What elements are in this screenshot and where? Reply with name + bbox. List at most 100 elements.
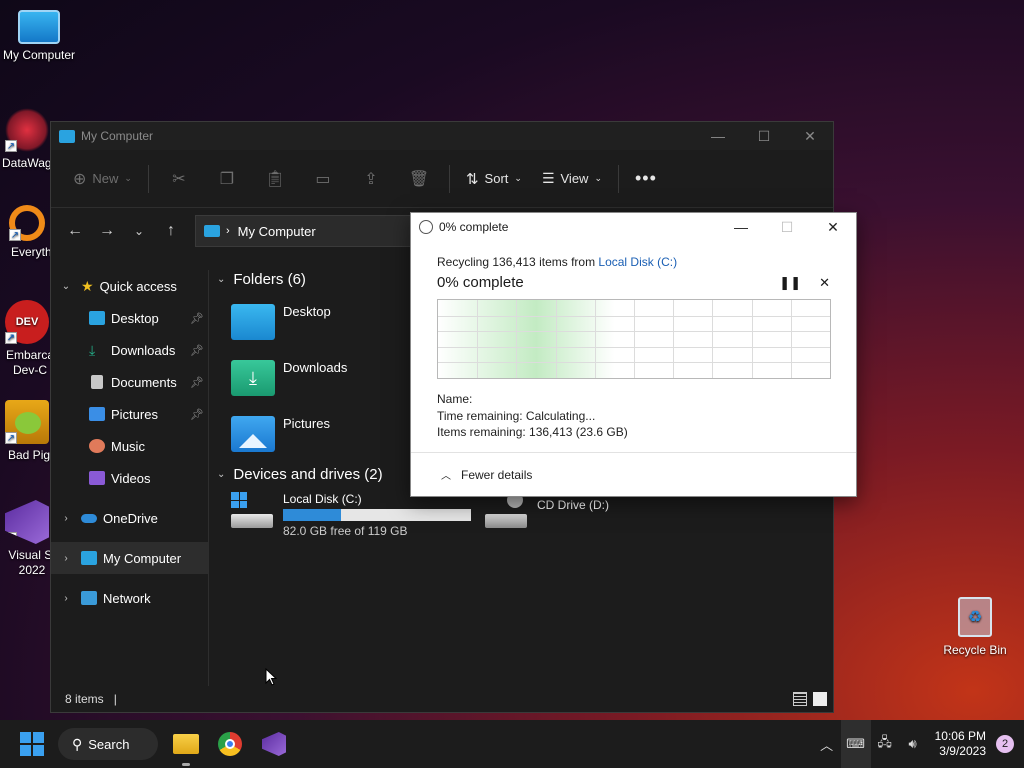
view-list-icon: ☰ [541, 170, 555, 186]
magnifier-icon: ↗ [9, 205, 45, 241]
address-bar[interactable]: › My Computer [195, 215, 425, 247]
cancel-icon[interactable]: ✕ [819, 275, 830, 291]
close-button[interactable]: ✕ [810, 213, 856, 241]
network-icon[interactable]: 🖧︎ [871, 720, 899, 768]
videos-icon [89, 471, 105, 485]
volume-icon[interactable]: 🔊︎ [899, 720, 927, 768]
visual-studio-taskbar-button[interactable] [258, 728, 290, 760]
folder-label: Pictures [283, 416, 330, 431]
recent-locations-chevron-icon[interactable]: ⌄ [123, 215, 155, 247]
taskbar-clock[interactable]: 10:06 PM 3/9/2023 [935, 729, 986, 759]
details-view-icon[interactable] [793, 692, 807, 706]
drive-local-disk-c[interactable]: Local Disk (C:) 82.0 GB free of 119 GB [231, 492, 471, 538]
sidebar-item-network[interactable]: › Network [51, 582, 208, 614]
up-arrow-icon[interactable]: ↑ [155, 215, 187, 247]
cut-icon[interactable]: ✂ [155, 163, 203, 195]
monitor-icon [204, 225, 220, 237]
graph-gridline [594, 300, 596, 378]
chevron-right-icon[interactable]: › [59, 593, 73, 604]
copy-icon[interactable]: ❐ [203, 163, 251, 195]
folder-label: Downloads [283, 360, 348, 375]
sidebar-item-onedrive[interactable]: › OneDrive [51, 502, 208, 534]
paste-icon[interactable]: 📋︎ [251, 163, 299, 195]
folder-downloads[interactable]: ⤓ Downloads [231, 360, 347, 396]
desktop-icon-label: Recycle Bin [943, 643, 1007, 657]
pin-icon[interactable]: 📌︎ [190, 408, 204, 421]
monitor-icon [59, 129, 75, 143]
keyboard-icon[interactable]: ⌨ [840, 720, 871, 768]
shortcut-arrow-icon: ↗ [5, 432, 17, 444]
drive-usage-fill [283, 509, 342, 521]
sidebar-item-pictures[interactable]: Pictures 📌︎ [51, 398, 208, 430]
minimize-button[interactable]: — [695, 122, 741, 150]
pin-icon[interactable]: 📌︎ [190, 376, 204, 389]
share-icon[interactable]: ⇪ [347, 163, 395, 195]
graph-gridline [438, 315, 830, 317]
notification-badge[interactable]: 2 [996, 735, 1014, 753]
delete-icon[interactable]: 🗑︎ [395, 163, 443, 195]
folder-desktop[interactable]: Desktop [231, 304, 331, 340]
desktop-icon-recycle-bin[interactable]: ♻ Recycle Bin [940, 597, 1010, 657]
items-remaining: Items remaining: 136,413 (23.6 GB) [437, 425, 628, 439]
sidebar-item-label: Network [103, 590, 151, 606]
chrome-taskbar-button[interactable] [214, 728, 246, 760]
source-link[interactable]: Local Disk (C:) [598, 255, 677, 269]
back-arrow-icon[interactable]: ← [59, 215, 91, 247]
chevron-right-icon[interactable]: › [59, 513, 73, 524]
sidebar-item-videos[interactable]: Videos [51, 462, 208, 494]
maximize-button[interactable]: ☐ [741, 122, 787, 150]
drive-cd-d[interactable]: CD Drive (D:) [485, 492, 609, 528]
star-icon: ★ [81, 277, 94, 294]
sidebar-item-documents[interactable]: Documents 📌︎ [51, 366, 208, 398]
chevron-down-icon[interactable]: ⌄ [217, 274, 225, 285]
forward-arrow-icon[interactable]: → [91, 215, 123, 247]
new-button[interactable]: ⊕ New ⌄ [63, 163, 142, 195]
clock-date: 3/9/2023 [939, 744, 986, 758]
desktop-icon-label: My Computer [2, 48, 76, 62]
chrome-icon [218, 732, 242, 756]
chevron-up-icon: ︿ [441, 471, 451, 482]
folder-icon [173, 734, 199, 754]
desktop-icon-my-computer[interactable]: My Computer [0, 10, 78, 63]
dialog-titlebar[interactable]: 0% complete — ☐ ✕ [411, 213, 856, 241]
close-button[interactable]: ✕ [787, 122, 833, 150]
pause-icon[interactable]: ❚❚ [779, 275, 801, 291]
chevron-right-icon[interactable]: › [59, 553, 73, 564]
show-hidden-icons-chevron-icon[interactable]: ︿ [813, 720, 841, 768]
start-button[interactable] [20, 732, 44, 756]
pin-icon[interactable]: 📌︎ [190, 344, 204, 357]
sidebar-item-desktop[interactable]: Desktop 📌︎ [51, 302, 208, 334]
view-button[interactable]: ☰ View ⌄ [532, 163, 612, 195]
minimize-button[interactable]: — [718, 213, 764, 241]
sidebar-item-quick-access[interactable]: ⌄ ★ Quick access [51, 270, 208, 302]
drive-name: CD Drive (D:) [537, 498, 609, 512]
chevron-down-icon[interactable]: ⌄ [59, 281, 73, 292]
system-tray: ︿ ⌨ 🖧︎ 🔊︎ 10:06 PM 3/9/2023 2 [813, 720, 1024, 768]
file-explorer-taskbar-button[interactable] [170, 728, 202, 766]
fewer-details-button[interactable]: ︿ Fewer details [411, 452, 856, 496]
dialog-title: 0% complete [439, 220, 509, 234]
large-icons-view-icon[interactable] [813, 692, 827, 706]
drive-usage-bar [283, 509, 471, 521]
drives-section-header[interactable]: ⌄ Devices and drives (2) [211, 462, 383, 486]
taskbar-search[interactable]: ⚲ Search [58, 728, 158, 760]
rename-icon[interactable]: ▭ [299, 163, 347, 195]
more-options-button[interactable]: ••• [625, 163, 667, 195]
folder-pictures[interactable]: Pictures [231, 416, 330, 452]
shortcut-arrow-icon: ↗ [9, 229, 21, 241]
mouse-cursor-icon [265, 668, 277, 686]
pin-icon[interactable]: 📌︎ [190, 312, 204, 325]
sort-button[interactable]: ⇅ Sort ⌄ [456, 163, 532, 195]
graph-gridline [790, 300, 792, 378]
section-title: Devices and drives (2) [233, 465, 383, 483]
sidebar-item-my-computer[interactable]: › My Computer [51, 542, 208, 574]
sidebar-item-downloads[interactable]: ⤓ Downloads 📌︎ [51, 334, 208, 366]
sidebar-item-music[interactable]: Music [51, 430, 208, 462]
graph-gridline [438, 362, 830, 364]
recycle-progress-dialog: 0% complete — ☐ ✕ Recycling 136,413 item… [410, 212, 857, 497]
progress-graph [437, 299, 831, 379]
network-icon [81, 591, 97, 605]
explorer-titlebar[interactable]: My Computer — ☐ ✕ [51, 122, 833, 150]
pictures-icon [89, 407, 105, 421]
chevron-down-icon[interactable]: ⌄ [217, 469, 225, 480]
